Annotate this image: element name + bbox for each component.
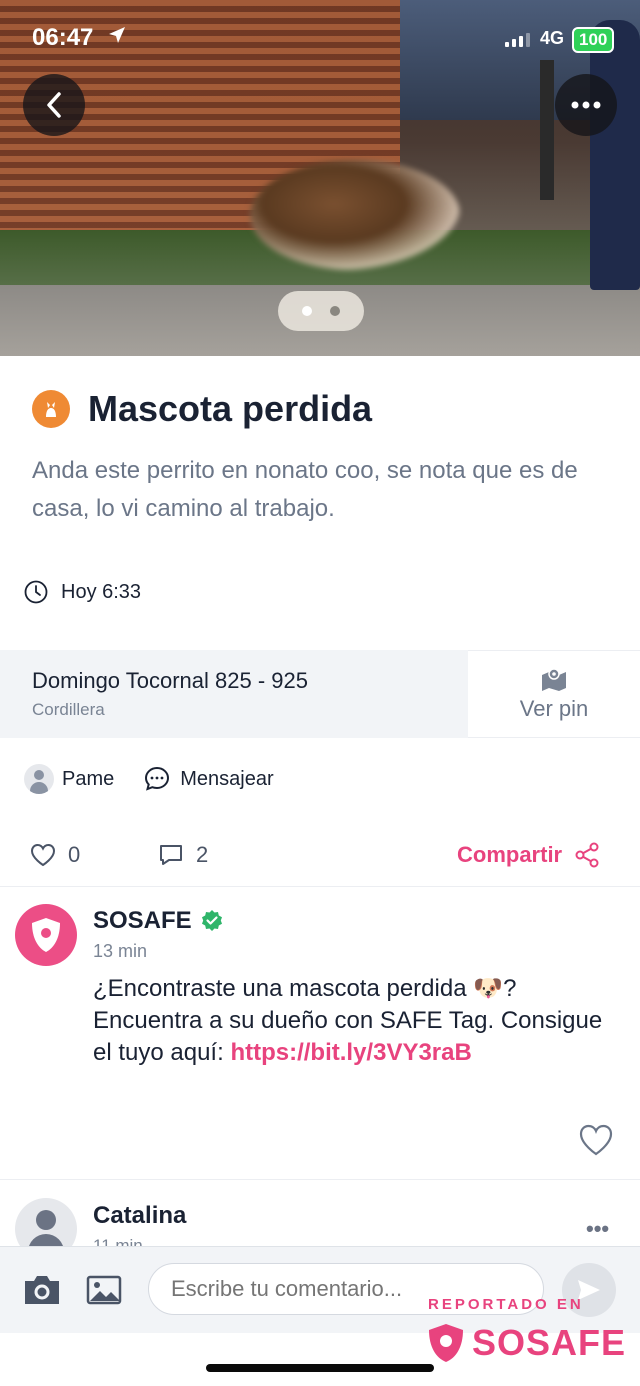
photo-pole bbox=[540, 60, 554, 200]
share-label: Compartir bbox=[457, 842, 563, 867]
more-options-button[interactable] bbox=[555, 74, 617, 136]
battery-indicator: 100 bbox=[572, 27, 615, 53]
comment-time: 11 min bbox=[93, 1236, 143, 1246]
chat-bubble-icon bbox=[145, 766, 170, 791]
share-icon bbox=[575, 842, 599, 868]
comment-like-icon[interactable] bbox=[578, 1123, 614, 1157]
comment-author-name[interactable]: Catalina bbox=[93, 1202, 186, 1230]
heart-icon bbox=[30, 843, 56, 867]
message-button[interactable]: Mensajear bbox=[144, 766, 274, 792]
comments-button[interactable]: 2 bbox=[158, 842, 208, 868]
status-time: 06:47 bbox=[32, 24, 94, 51]
post-title: Mascota perdida bbox=[88, 388, 373, 429]
address-section: Domingo Tocornal 825 - 925 Cordillera Ve… bbox=[0, 650, 640, 738]
sosafe-avatar[interactable] bbox=[15, 904, 77, 966]
pager-dot-active[interactable] bbox=[302, 306, 312, 316]
watermark-brand: SOSAFE bbox=[472, 1322, 627, 1363]
comment-avatar[interactable] bbox=[15, 1198, 77, 1246]
map-pin-icon bbox=[542, 668, 566, 691]
verified-badge-icon bbox=[201, 910, 222, 931]
gallery-button[interactable] bbox=[86, 1275, 122, 1310]
comment-item: Catalina 11 min ••• bbox=[0, 1180, 640, 1246]
address-street: Domingo Tocornal 825 - 925 bbox=[32, 668, 308, 693]
post-time-text: Hoy 6:33 bbox=[61, 580, 142, 603]
photo-dog bbox=[250, 160, 460, 270]
comment-text: ¿Encontraste una mascota perdida 🐶? Encu… bbox=[93, 973, 603, 1069]
share-button[interactable]: Compartir bbox=[457, 842, 600, 868]
clock-icon bbox=[24, 580, 48, 604]
status-bar: 06:47 4G 100 bbox=[0, 0, 640, 76]
view-pin-button[interactable]: Ver pin bbox=[468, 650, 640, 738]
address-city: Cordillera bbox=[32, 700, 105, 719]
message-label: Mensajear bbox=[180, 767, 274, 790]
post-actions: 0 2 Compartir bbox=[0, 830, 640, 887]
sosafe-logo-icon bbox=[32, 918, 60, 952]
watermark-caption: REPORTADO EN bbox=[428, 1296, 584, 1313]
post-time: Hoy 6:33 bbox=[24, 580, 141, 604]
view-pin-label: Ver pin bbox=[519, 696, 589, 721]
camera-button[interactable] bbox=[22, 1273, 62, 1312]
location-arrow-icon bbox=[108, 26, 126, 49]
comment-author-name: SOSAFE bbox=[93, 907, 192, 934]
watermark-logo: SOSAFE bbox=[426, 1322, 626, 1364]
comment-composer bbox=[0, 1246, 640, 1333]
post-header: Mascota perdida bbox=[32, 388, 372, 430]
like-button[interactable]: 0 bbox=[30, 842, 80, 868]
post-description: Anda este perrito en nonato coo, se nota… bbox=[32, 457, 578, 522]
comment-item: SOSAFE 13 min ¿Encontraste una mascota p… bbox=[0, 887, 640, 1180]
sosafe-shield-icon bbox=[429, 1324, 463, 1362]
pet-category-icon bbox=[32, 390, 70, 428]
author-name[interactable]: Pame bbox=[62, 768, 114, 791]
author-row: Pame Mensajear bbox=[24, 764, 274, 794]
back-button[interactable] bbox=[23, 74, 85, 136]
signal-icon bbox=[505, 33, 530, 47]
home-indicator[interactable] bbox=[206, 1364, 434, 1372]
comment-count: 2 bbox=[196, 842, 209, 867]
comment-more-icon[interactable]: ••• bbox=[586, 1216, 609, 1242]
pager-dot[interactable] bbox=[330, 306, 340, 316]
chevron-left-icon bbox=[47, 92, 61, 118]
comment-time: 13 min bbox=[93, 941, 148, 961]
address-info: Domingo Tocornal 825 - 925 Cordillera bbox=[0, 650, 468, 738]
comment-icon bbox=[160, 845, 182, 865]
comment-link[interactable]: https://bit.ly/3VY3raB bbox=[230, 1039, 471, 1066]
network-type: 4G bbox=[540, 28, 565, 48]
comment-author[interactable]: SOSAFE bbox=[93, 907, 224, 935]
author-avatar[interactable] bbox=[24, 764, 54, 794]
like-count: 0 bbox=[68, 842, 81, 867]
photo-pager[interactable] bbox=[278, 291, 364, 331]
camera-icon bbox=[25, 1276, 59, 1304]
image-icon bbox=[86, 1275, 122, 1305]
more-dots-icon bbox=[571, 101, 601, 109]
